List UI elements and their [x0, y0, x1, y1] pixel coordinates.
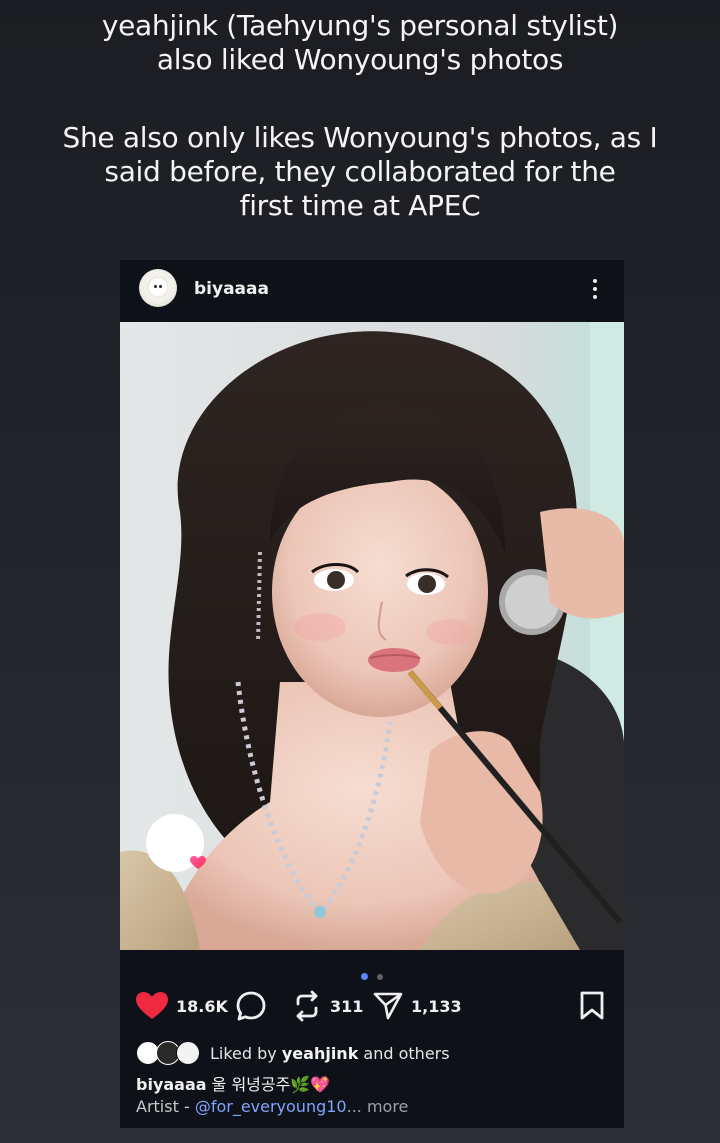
liked-by-text: Liked by yeahjink and others — [210, 1044, 450, 1063]
heart-sticker — [146, 814, 206, 872]
caption-line: said before, they collaborated for the — [104, 155, 616, 188]
share-button[interactable]: 1,133 — [373, 988, 462, 1024]
poodle-dog-icon — [149, 278, 167, 296]
liked-by-prefix: Liked by — [210, 1043, 277, 1063]
repost-button[interactable]: 311 — [292, 988, 363, 1024]
liked-by-user[interactable]: yeahjink — [282, 1044, 358, 1063]
profile-avatar[interactable] — [139, 269, 177, 307]
caption-text: 울 워녕공주 — [211, 1075, 291, 1094]
repost-icon — [296, 990, 318, 1022]
liked-by-row[interactable]: Liked by yeahjink and others — [136, 1040, 450, 1066]
post-photo[interactable] — [120, 322, 624, 950]
liked-by-suffix: and others — [363, 1043, 450, 1063]
heart-filled-icon — [136, 992, 168, 1019]
instagram-post: biyaaaa 18.6K 311 1,133 Liked by yeahjin… — [120, 260, 624, 1128]
comment-button[interactable] — [235, 988, 267, 1024]
artist-credit: Artist - @for_everyoung10... more — [136, 1097, 408, 1116]
dog-eye — [154, 285, 157, 288]
more-link[interactable]: ... more — [347, 1097, 409, 1116]
herb-emoji-icon: 🌿 — [290, 1075, 311, 1094]
three-dots-vertical-icon[interactable] — [586, 276, 604, 302]
sparkling-heart-emoji-icon: 💖 — [310, 1075, 331, 1094]
dog-eye — [159, 285, 162, 288]
heart-icon — [190, 856, 206, 869]
avatar — [176, 1041, 200, 1065]
artist-prefix: Artist - — [136, 1097, 190, 1116]
caption-paragraph-1: yeahjink (Taehyung's personal stylist) a… — [0, 9, 720, 77]
caption-username[interactable]: biyaaaa — [136, 1075, 207, 1094]
post-actions: 18.6K 311 1,133 — [120, 988, 624, 1024]
caption-line: first time at APEC — [239, 189, 481, 222]
carousel-indicator — [120, 966, 624, 980]
like-button[interactable]: 18.6K — [136, 988, 228, 1024]
artist-mention-link[interactable]: @for_everyoung10 — [195, 1097, 347, 1116]
share-count: 1,133 — [411, 996, 462, 1016]
carousel-dot — [377, 973, 384, 980]
post-caption: biyaaaa 울 워녕공주🌿💖 — [136, 1071, 330, 1095]
send-paper-plane-icon — [373, 992, 403, 1020]
repost-count: 311 — [330, 996, 364, 1016]
liked-by-avatars — [136, 1041, 202, 1065]
comment-bubble-icon — [236, 991, 266, 1021]
post-username[interactable]: biyaaaa — [194, 279, 269, 299]
save-button[interactable] — [579, 988, 605, 1024]
caption-line: She also only likes Wonyoung's photos, a… — [62, 121, 658, 154]
caption-line: yeahjink (Taehyung's personal stylist) — [101, 9, 619, 42]
carousel-dot-active — [360, 973, 368, 980]
caption-line: also liked Wonyoung's photos — [156, 43, 564, 76]
post-header: biyaaaa — [120, 260, 624, 322]
bookmark-icon — [580, 991, 604, 1020]
like-count: 18.6K — [176, 996, 228, 1016]
caption-paragraph-2: She also only likes Wonyoung's photos, a… — [0, 121, 720, 223]
